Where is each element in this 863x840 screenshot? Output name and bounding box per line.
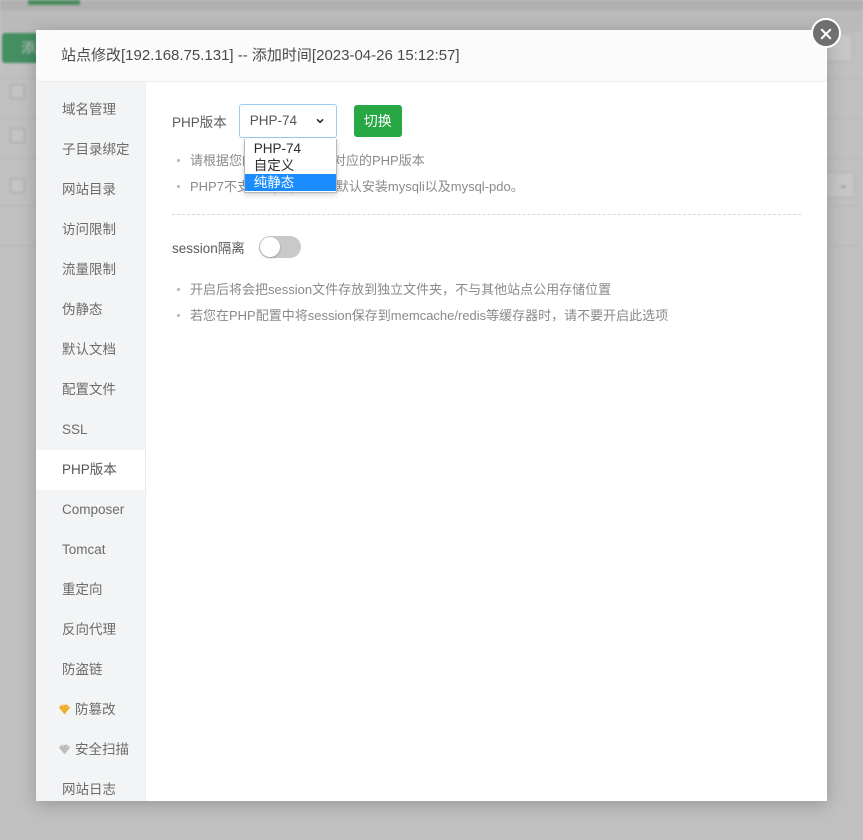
sidebar-item-2[interactable]: 网站目录 (36, 170, 145, 210)
session-hint-1: 若您在PHP配置中将session保存到memcache/redis等缓存器时，… (172, 303, 801, 329)
site-modify-dialog: 站点修改[192.168.75.131] -- 添加时间[2023-04-26 … (36, 30, 827, 801)
dialog-title: 站点修改[192.168.75.131] -- 添加时间[2023-04-26 … (36, 30, 827, 82)
session-isolation-toggle[interactable] (258, 236, 301, 258)
sidebar-item-label: 安全扫描 (75, 742, 129, 757)
gem-icon-gold (58, 691, 71, 715)
sidebar-item-5[interactable]: 伪静态 (36, 290, 145, 330)
sidebar-item-3[interactable]: 访问限制 (36, 210, 145, 250)
php-version-field-row: PHP版本 PHP-74 ⌄ PHP-74 自定义 纯静态 切换 (172, 104, 801, 193)
sidebar-item-label: 反向代理 (62, 622, 116, 637)
sidebar-item-label: 重定向 (62, 582, 103, 597)
php-version-option-list: PHP-74 自定义 纯静态 (243, 139, 337, 193)
sidebar-item-1[interactable]: 子目录绑定 (36, 130, 145, 170)
sidebar-item-label: 网站日志 (62, 782, 116, 797)
php-version-option-1[interactable]: 自定义 (245, 157, 336, 174)
sidebar-item-0[interactable]: 域名管理 (36, 90, 145, 130)
chevron-down-icon: ⌄ (313, 110, 327, 127)
sidebar-item-label: Composer (62, 502, 125, 517)
sidebar-item-6[interactable]: 默认文档 (36, 330, 145, 370)
sidebar-item-label: 子目录绑定 (62, 142, 130, 157)
sidebar-item-label: 域名管理 (62, 102, 116, 117)
sidebar-item-label: 配置文件 (62, 382, 116, 397)
sidebar-item-label: 访问限制 (62, 222, 116, 237)
sidebar-item-label: Tomcat (62, 542, 106, 557)
close-icon[interactable] (811, 18, 841, 48)
sidebar-item-label: PHP版本 (62, 462, 117, 477)
php-version-option-2[interactable]: 纯静态 (244, 174, 336, 191)
sidebar-item-7[interactable]: 配置文件 (36, 370, 145, 410)
sidebar-item-label: SSL (62, 422, 88, 437)
session-hint-list: 开启后将会把session文件存放到独立文件夹，不与其他站点公用存储位置 若您在P… (172, 277, 801, 329)
sidebar-item-8[interactable]: SSL (36, 410, 145, 450)
sidebar-item-9[interactable]: PHP版本 (36, 450, 145, 490)
php-version-selected-value: PHP-74 (249, 113, 298, 128)
sidebar-item-label: 默认文档 (62, 342, 116, 357)
toggle-knob (259, 237, 280, 257)
sidebar-item-11[interactable]: Tomcat (36, 530, 145, 570)
dialog-body: 域名管理子目录绑定网站目录访问限制流量限制伪静态默认文档配置文件 SSL PHP版本… (36, 82, 827, 801)
sidebar-item-label: 防篡改 (75, 702, 116, 717)
php-version-select-wrapper: PHP-74 ⌄ PHP-74 自定义 纯静态 (238, 104, 337, 193)
sidebar-item-10[interactable]: Composer (36, 490, 145, 530)
dialog-sidebar: 域名管理子目录绑定网站目录访问限制流量限制伪静态默认文档配置文件 SSL PHP版本… (36, 82, 146, 801)
sidebar-item-label: 网站目录 (62, 182, 116, 197)
sidebar-item-label: 防盗链 (62, 662, 103, 677)
sidebar-item-17[interactable]: 网站日志 (36, 770, 145, 801)
php-version-option-0[interactable]: PHP-74 (245, 140, 336, 157)
sidebar-item-12[interactable]: 重定向 (36, 570, 145, 610)
php-version-select[interactable]: PHP-74 ⌄ (238, 104, 337, 138)
sidebar-item-16[interactable]: 安全扫描 (36, 730, 145, 770)
sidebar-item-label: 伪静态 (62, 302, 103, 317)
php-version-label: PHP版本 (172, 115, 227, 130)
session-isolation-row: session隔离 (172, 233, 801, 261)
sidebar-item-14[interactable]: 防盗链 (36, 650, 145, 690)
dialog-content-php-version: PHP版本 PHP-74 ⌄ PHP-74自定义纯静态 切换 请根据您的网站需求… (146, 82, 827, 801)
switch-php-version-button[interactable]: 切换 (353, 105, 402, 137)
gem-icon-gray (58, 731, 71, 755)
session-isolation-label: session隔离 (172, 241, 245, 256)
sidebar-item-13[interactable]: 反向代理 (36, 610, 145, 650)
sidebar-item-15[interactable]: 防篡改 (36, 690, 145, 730)
session-hint-0: 开启后将会把session文件存放到独立文件夹，不与其他站点公用存储位置 (172, 277, 801, 303)
section-divider (172, 214, 801, 215)
sidebar-item-label: 流量限制 (62, 262, 116, 277)
sidebar-item-4[interactable]: 流量限制 (36, 250, 145, 290)
